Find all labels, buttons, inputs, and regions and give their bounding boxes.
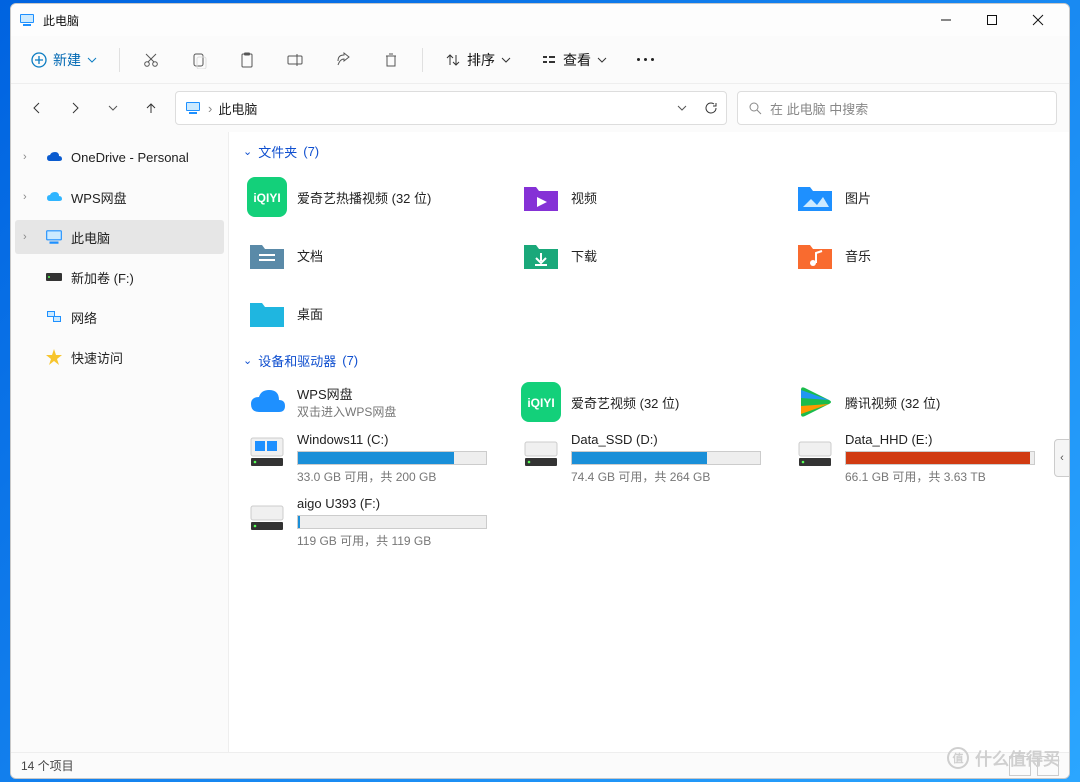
device-iqiyi[interactable]: iQIYI 爱奇艺视频 (32 位) (517, 378, 781, 426)
tencent-video-icon (795, 382, 835, 422)
cloud-icon (45, 148, 63, 166)
chevron-down-icon (87, 55, 97, 65)
device-tencent[interactable]: 腾讯视频 (32 位) (791, 378, 1055, 426)
share-button[interactable] (326, 42, 360, 78)
pictures-folder-icon (795, 177, 835, 217)
music-folder-icon (795, 235, 835, 275)
folder-iqiyi-hot[interactable]: iQIYI 爱奇艺热播视频 (32 位) (243, 169, 507, 225)
more-button[interactable] (629, 42, 662, 78)
content-pane: ⌄ 文件夹 (7) iQIYI 爱奇艺热播视频 (32 位) 视频 (229, 132, 1069, 752)
view-button[interactable]: 查看 (533, 42, 615, 78)
navbar: › 此电脑 在 此电脑 中搜索 (11, 84, 1069, 132)
close-button[interactable] (1015, 4, 1061, 36)
group-header-devices[interactable]: ⌄ 设备和驱动器 (7) (243, 351, 1055, 370)
forward-button[interactable] (61, 94, 89, 122)
sidebar-item-this-pc[interactable]: › 此电脑 (15, 220, 224, 254)
sort-button[interactable]: 排序 (437, 42, 519, 78)
chevron-down-icon: ⌄ (243, 145, 252, 158)
new-button[interactable]: 新建 (23, 42, 105, 78)
sidebar-item-network[interactable]: 网络 (11, 300, 228, 334)
sidebar-item-onedrive[interactable]: › OneDrive - Personal (11, 140, 228, 174)
copy-button[interactable] (182, 42, 216, 78)
drive-e[interactable]: Data_HHD (E:) 66.1 GB 可用，共 3.63 TB (791, 428, 1055, 490)
back-button[interactable] (23, 94, 51, 122)
breadcrumb-location[interactable]: 此电脑 (218, 99, 257, 118)
downloads-folder-icon (521, 235, 561, 275)
chevron-right-icon[interactable]: › (23, 151, 37, 163)
folder-downloads[interactable]: 下载 (517, 227, 781, 283)
toolbar: 新建 排序 查看 (11, 36, 1069, 84)
breadcrumb-separator-icon: › (208, 101, 212, 116)
iqiyi-icon: iQIYI (521, 382, 561, 422)
maximize-button[interactable] (969, 4, 1015, 36)
chevron-right-icon[interactable]: › (23, 191, 37, 203)
minimize-button[interactable] (923, 4, 969, 36)
drive-icon (521, 432, 561, 472)
pc-icon (45, 228, 63, 246)
delete-button[interactable] (374, 42, 408, 78)
sidebar-item-quick-access[interactable]: 快速访问 (11, 340, 228, 374)
chevron-down-icon (501, 55, 511, 65)
svg-text:iQIYI: iQIYI (527, 396, 554, 410)
os-drive-icon (247, 432, 287, 472)
folder-videos[interactable]: 视频 (517, 169, 781, 225)
address-dropdown-icon[interactable] (676, 102, 688, 114)
svg-text:iQIYI: iQIYI (253, 191, 280, 205)
network-icon (45, 308, 63, 326)
group-header-folders[interactable]: ⌄ 文件夹 (7) (243, 142, 1055, 161)
drive-icon (247, 496, 287, 536)
folder-documents[interactable]: 文档 (243, 227, 507, 283)
watermark: 值 什么值得买 (947, 745, 1060, 770)
drive-f[interactable]: aigo U393 (F:) 119 GB 可用，共 119 GB (243, 492, 507, 554)
iqiyi-icon: iQIYI (247, 177, 287, 217)
drive-c[interactable]: Windows11 (C:) 33.0 GB 可用，共 200 GB (243, 428, 507, 490)
chevron-down-icon: ⌄ (243, 354, 252, 367)
capacity-bar (297, 451, 487, 465)
cut-button[interactable] (134, 42, 168, 78)
statusbar: 14 个项目 (11, 752, 1069, 778)
chevron-right-icon[interactable]: › (23, 231, 37, 243)
address-bar[interactable]: › 此电脑 (175, 91, 727, 125)
up-button[interactable] (137, 94, 165, 122)
folder-desktop[interactable]: 桌面 (243, 285, 507, 341)
folder-music[interactable]: 音乐 (791, 227, 1055, 283)
sidebar: › OneDrive - Personal › WPS网盘 › 此电脑 新加卷 … (11, 132, 229, 752)
paste-button[interactable] (230, 42, 264, 78)
drive-icon (45, 268, 63, 286)
item-count: 14 个项目 (21, 757, 74, 774)
svg-text:值: 值 (953, 751, 964, 765)
file-explorer-window: 此电脑 新建 排序 查看 (10, 3, 1070, 779)
search-input[interactable]: 在 此电脑 中搜索 (737, 91, 1057, 125)
star-icon (45, 348, 63, 366)
drive-icon (795, 432, 835, 472)
titlebar: 此电脑 (11, 4, 1069, 36)
pc-icon (184, 99, 202, 117)
rename-button[interactable] (278, 42, 312, 78)
capacity-bar (571, 451, 761, 465)
capacity-bar (845, 451, 1035, 465)
window-title: 此电脑 (43, 12, 79, 29)
preview-pane-toggle[interactable]: ‹ (1054, 439, 1070, 477)
video-folder-icon (521, 177, 561, 217)
refresh-button[interactable] (704, 101, 718, 115)
folder-pictures[interactable]: 图片 (791, 169, 1055, 225)
sidebar-item-drive-f[interactable]: 新加卷 (F:) (11, 260, 228, 294)
wps-cloud-icon (247, 382, 287, 422)
drive-d[interactable]: Data_SSD (D:) 74.4 GB 可用，共 264 GB (517, 428, 781, 490)
chevron-down-icon (597, 55, 607, 65)
recent-dropdown[interactable] (99, 94, 127, 122)
device-wps[interactable]: WPS网盘 双击进入WPS网盘 (243, 378, 507, 426)
search-icon (748, 101, 762, 115)
desktop-folder-icon (247, 293, 287, 333)
documents-folder-icon (247, 235, 287, 275)
cloud-icon (45, 188, 63, 206)
sidebar-item-wps[interactable]: › WPS网盘 (11, 180, 228, 214)
pc-icon (19, 12, 35, 28)
capacity-bar (297, 515, 487, 529)
